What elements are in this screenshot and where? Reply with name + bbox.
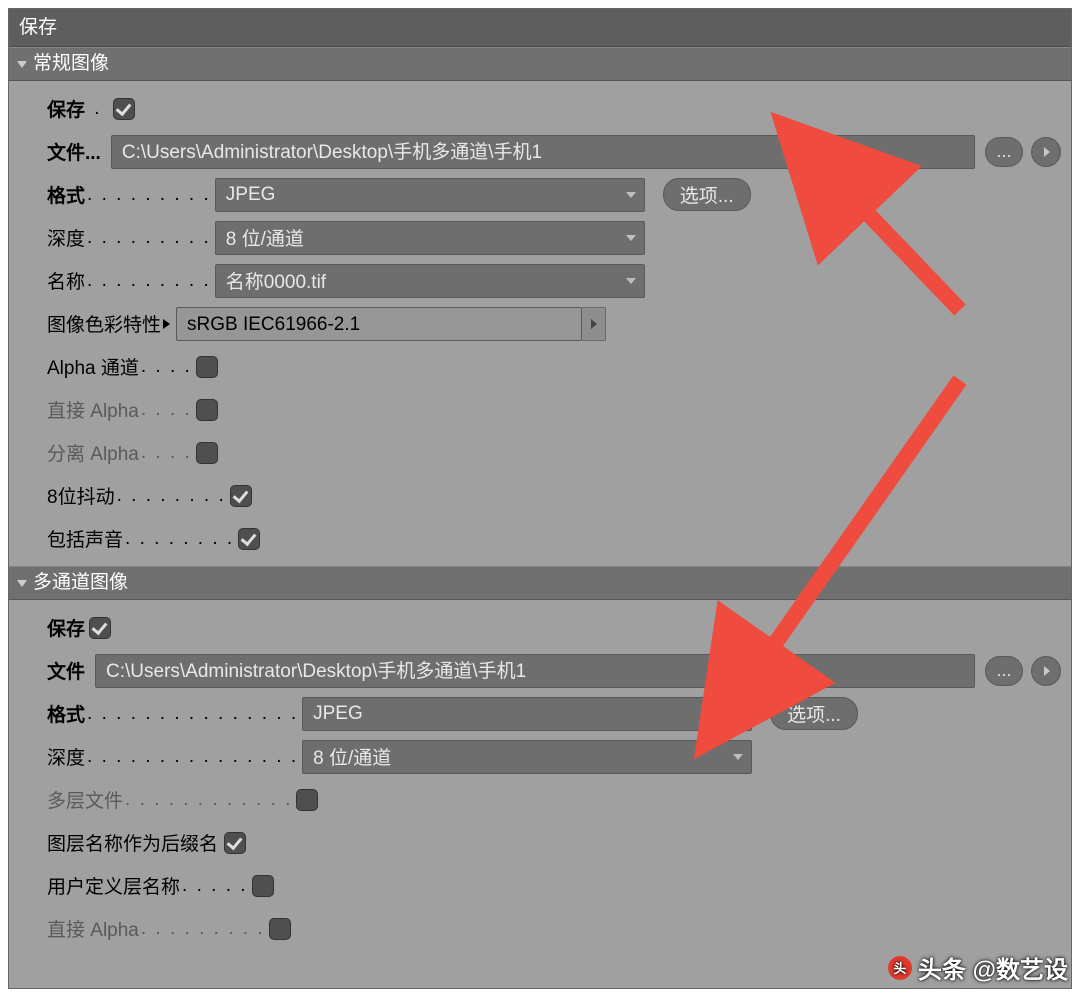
options-button[interactable]: 选项...	[663, 178, 751, 211]
label-save-2: 保存	[47, 614, 85, 641]
label-sound: 包括声音	[47, 525, 123, 552]
section-body-regular-image: 保存 . 文件... C:\Users\Administrator\Deskto…	[9, 81, 1071, 566]
section-header-regular-image[interactable]: 常规图像	[9, 47, 1071, 81]
label-icc: 图像色彩特性	[47, 310, 161, 337]
checkbox-save-2[interactable]	[89, 617, 111, 639]
play-menu-button-2[interactable]	[1031, 656, 1061, 686]
watermark-text: 头条 @数艺设	[918, 950, 1068, 985]
chevron-down-icon	[733, 754, 743, 760]
file-path-input-2[interactable]: C:\Users\Administrator\Desktop\手机多通道\手机1	[95, 654, 975, 688]
chevron-down-icon	[17, 61, 27, 68]
section-title: 多通道图像	[33, 566, 128, 600]
checkbox-alpha[interactable]	[196, 356, 218, 378]
label-depth: 深度	[47, 224, 85, 251]
label-multilayer: 多层文件	[47, 786, 123, 813]
chevron-down-icon	[626, 235, 636, 241]
label-layer-suffix: 图层名称作为后缀名	[47, 829, 218, 856]
checkbox-save[interactable]	[113, 98, 135, 120]
name-dropdown[interactable]: 名称0000.tif	[215, 264, 645, 298]
file-path-input[interactable]: C:\Users\Administrator\Desktop\手机多通道\手机1	[111, 135, 975, 169]
depth-dropdown[interactable]: 8 位/通道	[215, 221, 645, 255]
triangle-right-icon	[591, 319, 597, 329]
label-depth-2: 深度	[47, 743, 85, 770]
triangle-right-icon	[1044, 666, 1050, 676]
chevron-down-icon	[626, 192, 636, 198]
section-body-multichannel: 保存 文件 C:\Users\Administrator\Desktop\手机多…	[9, 600, 1071, 956]
checkbox-direct-alpha-2	[269, 918, 291, 940]
watermark: 头 头条 @数艺设	[888, 950, 1068, 985]
chevron-down-icon	[626, 278, 636, 284]
chevron-down-icon	[17, 580, 27, 587]
section-header-multichannel[interactable]: 多通道图像	[9, 566, 1071, 600]
chevron-down-icon	[733, 711, 743, 717]
label-file-2: 文件	[47, 657, 85, 684]
label-file: 文件...	[47, 138, 101, 165]
play-menu-button[interactable]	[1031, 137, 1061, 167]
watermark-badge-icon: 头	[888, 956, 912, 980]
format-dropdown[interactable]: JPEG	[215, 178, 645, 212]
label-alpha: Alpha 通道	[47, 353, 139, 380]
label-format: 格式	[47, 181, 85, 208]
label-direct-alpha-2: 直接 Alpha	[47, 915, 139, 942]
checkbox-split-alpha	[196, 442, 218, 464]
panel-title: 保存	[9, 9, 1071, 47]
checkbox-multilayer	[296, 789, 318, 811]
triangle-right-icon	[163, 319, 170, 329]
label-user-layer: 用户定义层名称	[47, 872, 180, 899]
label-format-2: 格式	[47, 700, 85, 727]
icc-profile-field[interactable]: sRGB IEC61966-2.1	[176, 307, 582, 341]
checkbox-direct-alpha	[196, 399, 218, 421]
label-direct-alpha: 直接 Alpha	[47, 396, 139, 423]
options-button-2[interactable]: 选项...	[770, 697, 858, 730]
checkbox-sound[interactable]	[238, 528, 260, 550]
label-save: 保存	[47, 95, 85, 122]
depth-dropdown-2[interactable]: 8 位/通道	[302, 740, 752, 774]
section-title: 常规图像	[33, 47, 109, 81]
checkbox-dither[interactable]	[230, 485, 252, 507]
label-dither: 8位抖动	[47, 482, 115, 509]
triangle-right-icon	[1044, 147, 1050, 157]
icc-next-button[interactable]	[582, 307, 606, 341]
browse-button-2[interactable]: ...	[985, 656, 1023, 686]
checkbox-user-layer[interactable]	[252, 875, 274, 897]
checkbox-layer-suffix[interactable]	[224, 832, 246, 854]
label-name: 名称	[47, 267, 85, 294]
format-dropdown-2[interactable]: JPEG	[302, 697, 752, 731]
label-split-alpha: 分离 Alpha	[47, 439, 139, 466]
browse-button[interactable]: ...	[985, 137, 1023, 167]
